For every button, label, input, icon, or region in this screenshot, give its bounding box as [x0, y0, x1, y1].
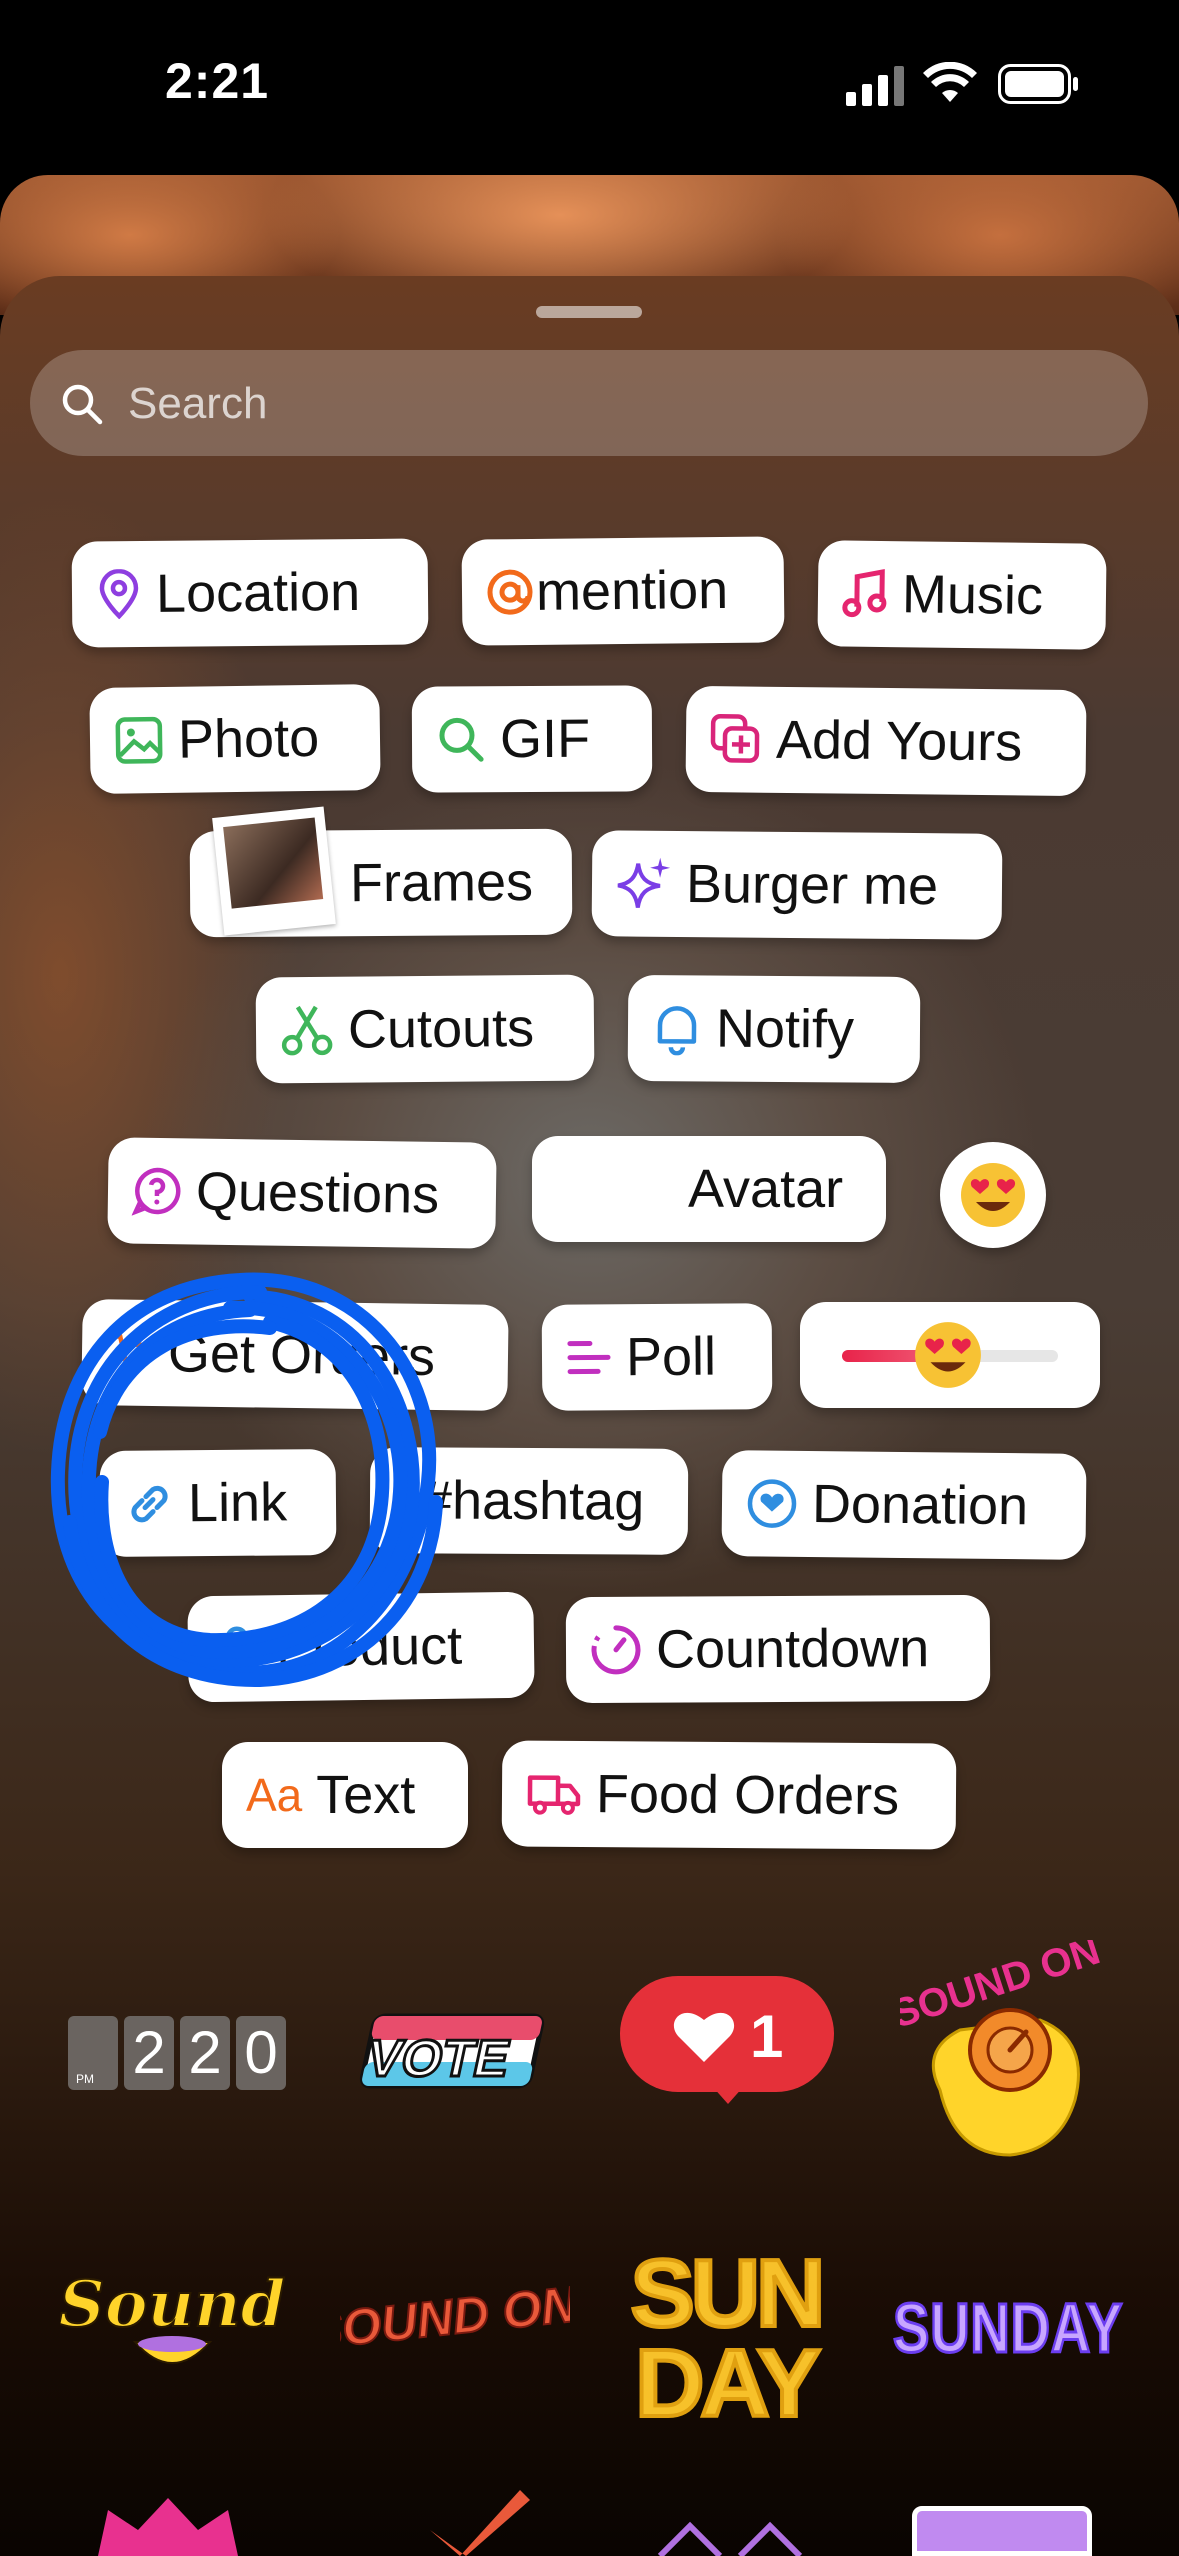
sticker-label: Music	[901, 564, 1044, 626]
vote-text: VOTE	[361, 2030, 515, 2088]
heart-eyes-emoji-icon[interactable]	[912, 1319, 984, 1391]
sound-text: Sound	[60, 2267, 285, 2342]
image-icon	[115, 716, 163, 764]
polaroid-icon	[212, 806, 336, 936]
burger-me-sticker[interactable]: Burger me	[591, 830, 1003, 940]
sticker-label: GIF	[499, 708, 591, 770]
clock-sticker[interactable]: PM 2 2 0	[68, 2016, 286, 2090]
clock-digit: 2	[180, 2016, 230, 2090]
location-pin-icon	[99, 568, 139, 620]
sticker-label: #hashtag	[421, 1470, 645, 1532]
sticker-label: Poll	[625, 1326, 717, 1388]
poll-sticker[interactable]: Poll	[541, 1303, 773, 1411]
sticker-label: Avatar	[688, 1159, 844, 1219]
sound-on-red-sticker[interactable]: SOUND ON!	[340, 2262, 570, 2372]
sticker-label: Food Orders	[595, 1764, 900, 1827]
sticker-label: Text	[316, 1765, 416, 1825]
sticker-label: Add Yours	[775, 709, 1023, 773]
bell-icon	[657, 1006, 697, 1056]
sticker-label: Cutouts	[347, 998, 535, 1060]
emoji-reaction-sticker[interactable]	[940, 1142, 1046, 1248]
mention-sticker[interactable]: mention	[461, 536, 785, 646]
search-icon	[62, 384, 103, 425]
partial-sticker[interactable]	[912, 2506, 1092, 2556]
sound-on-red-text: SOUND ON!	[340, 2274, 570, 2360]
sunday-bubble-text: DAY	[635, 2330, 820, 2426]
partial-sticker[interactable]	[88, 2490, 248, 2556]
countdown-sticker[interactable]: Countdown	[565, 1594, 991, 1704]
sticker-label: Photo	[177, 707, 320, 770]
vote-sticker[interactable]: VOTE	[350, 2004, 550, 2104]
location-sticker[interactable]: Location	[71, 538, 429, 648]
wifi-icon	[923, 62, 977, 102]
clock-digit: 2	[124, 2016, 174, 2090]
sticker-label: Frames	[349, 851, 534, 914]
add-yours-icon	[710, 714, 760, 763]
status-time: 2:21	[165, 53, 270, 109]
heart-icon	[673, 2012, 735, 2062]
gif-sticker[interactable]: GIF	[411, 685, 653, 793]
photo-sticker[interactable]: Photo	[89, 683, 381, 795]
sound-sticker[interactable]: Sound	[60, 2256, 290, 2386]
scissors-icon	[281, 1005, 333, 1056]
like-count-sticker[interactable]: 1	[620, 1976, 834, 2104]
sticker-label: Notify	[715, 998, 855, 1060]
clock-digit: 0	[236, 2016, 286, 2090]
like-count: 1	[750, 2003, 784, 2070]
annotation-scribble-circle	[50, 1272, 443, 1688]
sticker-label: Burger me	[685, 854, 939, 917]
at-sign-icon	[487, 569, 533, 615]
status-bar: 2:21	[0, 0, 1179, 170]
heart-eyes-emoji-icon	[961, 1163, 1025, 1227]
timer-icon	[591, 1625, 641, 1675]
sticker-label: Location	[155, 562, 361, 624]
sunday-bubble-sticker[interactable]: SUN DAY	[616, 2236, 836, 2426]
cutouts-sticker[interactable]: Cutouts	[255, 974, 595, 1084]
add-yours-sticker[interactable]: Add Yours	[685, 685, 1087, 797]
search-input[interactable]	[126, 368, 1030, 440]
clock-ampm: PM	[68, 2016, 118, 2090]
sparkles-icon	[617, 857, 671, 908]
heart-circle-icon	[747, 1479, 797, 1528]
sticker-label: Countdown	[655, 1618, 930, 1680]
avatar-sticker[interactable]: Avatar	[532, 1136, 886, 1242]
cellular-signal-icon	[846, 66, 904, 106]
sunday-text-sticker[interactable]: SUNDAY	[892, 2288, 1124, 2369]
sticker-label: mention	[535, 559, 729, 622]
donation-sticker[interactable]: Donation	[721, 1450, 1087, 1560]
battery-icon	[998, 64, 1078, 104]
music-sticker[interactable]: Music	[817, 540, 1107, 650]
sticker-label: Questions	[195, 1161, 440, 1225]
questions-sticker[interactable]: Questions	[107, 1137, 497, 1249]
search-icon	[439, 717, 484, 762]
notify-sticker[interactable]: Notify	[627, 974, 921, 1084]
partial-sticker[interactable]	[410, 2490, 540, 2556]
text-sticker[interactable]: Aa Text	[222, 1742, 468, 1848]
emoji-slider-sticker[interactable]	[800, 1302, 1100, 1408]
sticker-search-bar[interactable]	[30, 350, 1148, 456]
food-orders-sticker[interactable]: Food Orders	[501, 1740, 957, 1850]
sheet-drag-handle[interactable]	[536, 306, 642, 318]
poll-icon	[567, 1340, 611, 1375]
music-note-icon	[842, 569, 887, 618]
sticker-label: Donation	[811, 1474, 1029, 1537]
sound-on-sticker[interactable]: SOUND ON	[900, 1940, 1100, 2170]
question-bubble-icon	[131, 1167, 181, 1216]
text-icon: Aa	[246, 1769, 303, 1821]
partial-sticker[interactable]	[650, 2520, 810, 2556]
delivery-truck-icon	[527, 1775, 581, 1815]
